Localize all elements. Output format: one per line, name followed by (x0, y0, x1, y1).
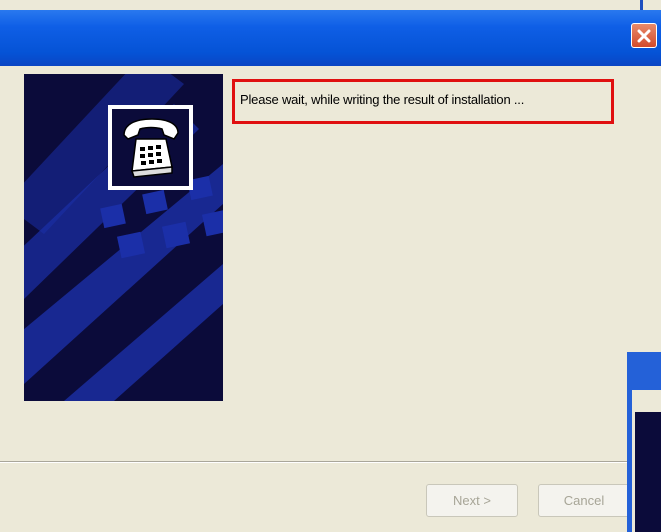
cancel-button[interactable]: Cancel (538, 484, 630, 517)
next-button[interactable]: Next > (426, 484, 518, 517)
status-message: Please wait, while writing the result of… (240, 92, 525, 107)
close-button[interactable] (631, 23, 657, 48)
background-window-frame (640, 0, 661, 10)
wizard-side-panel (24, 74, 223, 401)
telephone-icon-frame (108, 105, 193, 190)
background-window (627, 352, 661, 532)
telephone-icon (123, 118, 179, 178)
close-icon (637, 29, 651, 42)
button-separator (0, 461, 640, 463)
background-window-edge (0, 0, 640, 10)
